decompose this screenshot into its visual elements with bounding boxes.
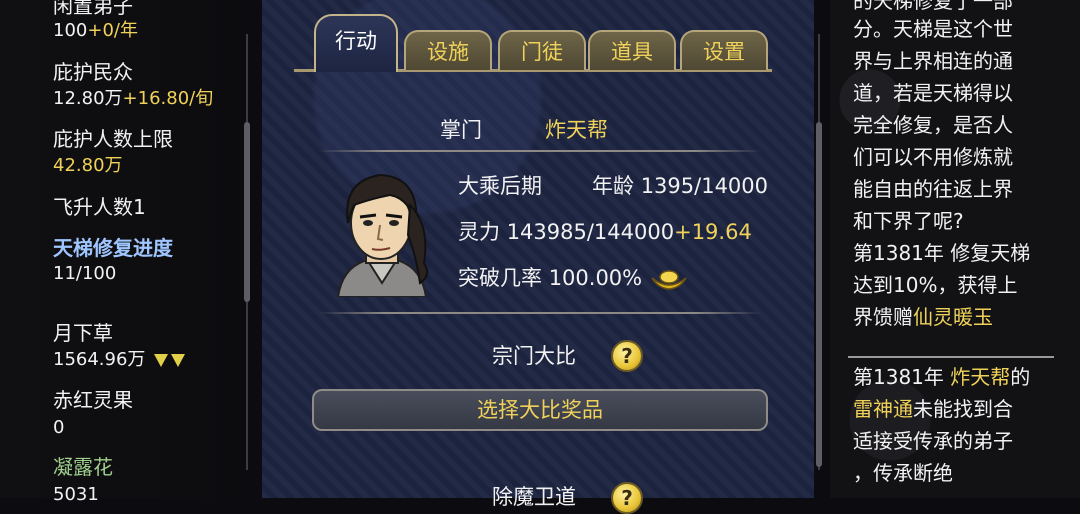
- idle-disciples-label: 闲置弟子: [53, 0, 133, 18]
- divider: [318, 150, 762, 152]
- log-line: 们可以不用修炼就: [853, 145, 1013, 169]
- left-scrollbar-thumb[interactable]: [244, 122, 250, 302]
- reward-item-name: 仙灵暖玉: [913, 305, 993, 329]
- item-name-redfruit[interactable]: 赤红灵果: [53, 388, 133, 412]
- item-name-moongrass[interactable]: 月下草: [53, 321, 113, 345]
- log-line: 达到10%，获得上: [853, 273, 1018, 297]
- select-tournament-reward-button[interactable]: 选择大比奖品: [312, 389, 768, 431]
- protected-people-value: 12.80万+16.80/旬: [53, 88, 214, 109]
- ladder-repair-label[interactable]: 天梯修复进度: [53, 236, 173, 260]
- tab-settings[interactable]: 设置: [680, 30, 768, 70]
- log-line: 和下界了呢?: [853, 209, 964, 233]
- item-value-moongrass: 1564.96万: [53, 348, 186, 372]
- center-scrollbar-thumb[interactable]: [816, 122, 822, 467]
- leader-breakthrough: 突破几率 100.00%: [458, 266, 643, 290]
- leader-realm: 大乘后期: [458, 174, 542, 198]
- tab-facilities[interactable]: 设施: [404, 30, 492, 70]
- item-name-dewflower[interactable]: 凝露花: [53, 455, 113, 479]
- leader-title-label: 掌门: [440, 118, 482, 142]
- log-line: 界与上界相连的通: [853, 49, 1013, 73]
- tab-bar: 行动 设施 门徒 道具 设置: [294, 6, 772, 76]
- protected-people-label: 庇护民众: [53, 60, 133, 84]
- down-arrow-icon: [151, 349, 186, 370]
- tab-action[interactable]: 行动: [314, 14, 398, 72]
- sect-name[interactable]: 炸天帮: [545, 117, 608, 143]
- protect-limit-value: 42.80万: [53, 155, 123, 176]
- item-value-dewflower: 5031: [53, 484, 99, 505]
- tab-items[interactable]: 道具: [588, 30, 676, 70]
- idle-disciples-value: 100+0/年: [53, 20, 138, 41]
- log-line: 能自由的往返上界: [853, 177, 1013, 201]
- tournament-label: 宗门大比: [492, 344, 576, 368]
- log-line: 的天梯修复了一部: [853, 0, 1013, 13]
- leader-spirit: 灵力 143985/144000+19.64: [458, 220, 752, 244]
- item-value-redfruit: 0: [53, 417, 65, 438]
- demon-slaying-help-icon[interactable]: ?: [611, 482, 643, 514]
- tournament-help-icon[interactable]: ?: [611, 340, 643, 372]
- log-line: 适接受传承的弟子: [853, 429, 1013, 453]
- log-line: 完全修复，是否人: [853, 113, 1013, 137]
- tab-disciples[interactable]: 门徒: [498, 30, 586, 70]
- log-line: 分。天梯是这个世: [853, 17, 1013, 41]
- log-divider: [848, 356, 1054, 358]
- log-line: 第1381年 修复天梯: [853, 241, 1031, 265]
- demon-slaying-label: 除魔卫道: [492, 485, 576, 509]
- gold-ingot-icon[interactable]: [650, 268, 688, 290]
- log-line: 道，若是天梯得以: [853, 81, 1013, 105]
- protect-limit-label: 庇护人数上限: [53, 127, 173, 151]
- leader-portrait[interactable]: [320, 165, 442, 297]
- log-line: 界馈赠仙灵暖玉: [853, 305, 993, 329]
- ladder-repair-value: 11/100: [53, 263, 117, 284]
- log-line: 雷神通未能找到合: [853, 397, 1013, 421]
- log-line: ，传承断绝: [853, 461, 953, 485]
- log-line: 第1381年 炸天帮的: [853, 365, 1031, 389]
- divider: [318, 312, 762, 314]
- leader-age: 年龄 1395/14000: [592, 174, 769, 198]
- ascension-count: 飞升人数1: [53, 195, 146, 219]
